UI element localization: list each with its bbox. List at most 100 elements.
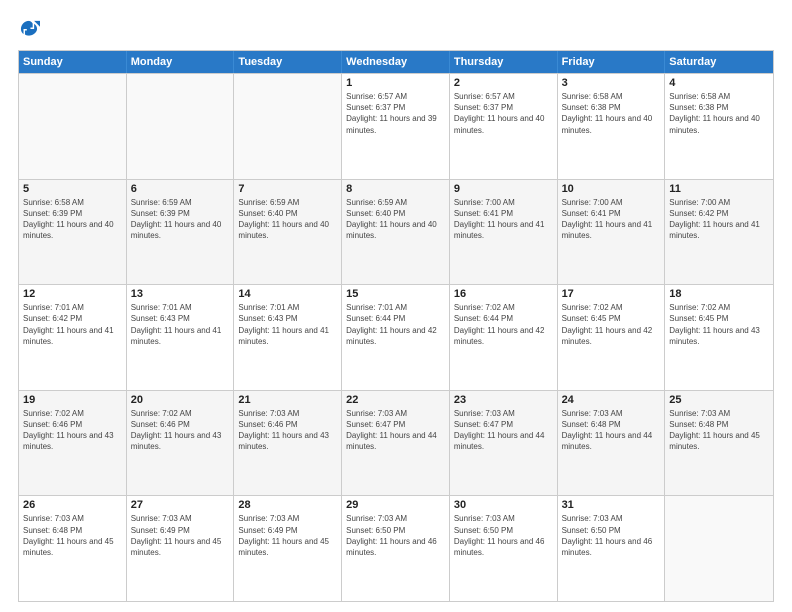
cell-info: Sunrise: 6:58 AM Sunset: 6:39 PM Dayligh… [23,197,122,242]
cal-cell-16: 16 Sunrise: 7:02 AM Sunset: 6:44 PM Dayli… [450,285,558,390]
calendar-header: SundayMondayTuesdayWednesdayThursdayFrid… [19,51,773,73]
cell-info: Sunrise: 7:02 AM Sunset: 6:46 PM Dayligh… [23,408,122,453]
cell-info: Sunrise: 7:03 AM Sunset: 6:49 PM Dayligh… [238,513,337,558]
cal-cell-31: 31 Sunrise: 7:03 AM Sunset: 6:50 PM Dayli… [558,496,666,601]
cal-cell-26: 26Sunrise: 7:03 AM Sunset: 6:48 PM Dayli… [19,496,127,601]
cell-date: 23 [454,394,553,406]
logo [18,18,44,40]
header-cell-sunday: Sunday [19,51,127,73]
cal-row-3: 19Sunrise: 7:02 AM Sunset: 6:46 PM Dayli… [19,390,773,496]
cell-date: 11 [669,183,769,195]
cal-cell-4: 4 Sunrise: 6:58 AM Sunset: 6:38 PM Daylig… [665,74,773,179]
cal-cell-3: 3 Sunrise: 6:58 AM Sunset: 6:38 PM Daylig… [558,74,666,179]
cal-cell-29: 29 Sunrise: 7:03 AM Sunset: 6:50 PM Dayli… [342,496,450,601]
cal-cell-14: 14Sunrise: 7:01 AM Sunset: 6:43 PM Dayli… [234,285,342,390]
cell-info: Sunrise: 7:02 AM Sunset: 6:44 PM Dayligh… [454,302,553,347]
cell-date: 1 [346,77,445,89]
header-cell-wednesday: Wednesday [342,51,450,73]
cal-row-0: 1 Sunrise: 6:57 AM Sunset: 6:37 PM Daylig… [19,73,773,179]
cell-date: 17 [562,288,661,300]
header-cell-tuesday: Tuesday [234,51,342,73]
logo-icon [18,18,40,40]
cell-date: 10 [562,183,661,195]
cell-date: 30 [454,499,553,511]
cell-info: Sunrise: 7:00 AM Sunset: 6:41 PM Dayligh… [562,197,661,242]
cal-cell-17: 17 Sunrise: 7:02 AM Sunset: 6:45 PM Dayli… [558,285,666,390]
cell-info: Sunrise: 6:59 AM Sunset: 6:39 PM Dayligh… [131,197,230,242]
cell-info: Sunrise: 7:02 AM Sunset: 6:46 PM Dayligh… [131,408,230,453]
cell-date: 24 [562,394,661,406]
cell-date: 20 [131,394,230,406]
cell-info: Sunrise: 6:59 AM Sunset: 6:40 PM Dayligh… [238,197,337,242]
cell-date: 29 [346,499,445,511]
cell-date: 12 [23,288,122,300]
cal-cell-20: 20 Sunrise: 7:02 AM Sunset: 6:46 PM Dayli… [127,391,235,496]
cell-info: Sunrise: 7:01 AM Sunset: 6:43 PM Dayligh… [131,302,230,347]
cell-info: Sunrise: 7:03 AM Sunset: 6:49 PM Dayligh… [131,513,230,558]
cal-cell-9: 9 Sunrise: 7:00 AM Sunset: 6:41 PM Daylig… [450,180,558,285]
cal-cell-27: 27 Sunrise: 7:03 AM Sunset: 6:49 PM Dayli… [127,496,235,601]
cal-row-2: 12 Sunrise: 7:01 AM Sunset: 6:42 PM Dayli… [19,284,773,390]
cell-date: 4 [669,77,769,89]
cell-date: 21 [238,394,337,406]
cell-date: 9 [454,183,553,195]
calendar-body: 1 Sunrise: 6:57 AM Sunset: 6:37 PM Daylig… [19,73,773,601]
cal-cell-11: 11 Sunrise: 7:00 AM Sunset: 6:42 PM Dayli… [665,180,773,285]
cal-cell-7: 7Sunrise: 6:59 AM Sunset: 6:40 PM Daylig… [234,180,342,285]
header-cell-monday: Monday [127,51,235,73]
cell-date: 5 [23,183,122,195]
cell-info: Sunrise: 7:00 AM Sunset: 6:41 PM Dayligh… [454,197,553,242]
cell-info: Sunrise: 7:02 AM Sunset: 6:45 PM Dayligh… [562,302,661,347]
cal-cell-22: 22 Sunrise: 7:03 AM Sunset: 6:47 PM Dayli… [342,391,450,496]
cal-cell-15: 15 Sunrise: 7:01 AM Sunset: 6:44 PM Dayli… [342,285,450,390]
cell-date: 25 [669,394,769,406]
cell-info: Sunrise: 6:57 AM Sunset: 6:37 PM Dayligh… [346,91,445,136]
cal-cell-5: 5 Sunrise: 6:58 AM Sunset: 6:39 PM Daylig… [19,180,127,285]
header-cell-friday: Friday [558,51,666,73]
cell-date: 15 [346,288,445,300]
cell-info: Sunrise: 6:58 AM Sunset: 6:38 PM Dayligh… [669,91,769,136]
header-cell-thursday: Thursday [450,51,558,73]
cal-cell-empty-0-1 [127,74,235,179]
cell-date: 26 [23,499,122,511]
cal-cell-8: 8Sunrise: 6:59 AM Sunset: 6:40 PM Daylig… [342,180,450,285]
cell-info: Sunrise: 7:03 AM Sunset: 6:47 PM Dayligh… [454,408,553,453]
cell-date: 2 [454,77,553,89]
cell-info: Sunrise: 7:03 AM Sunset: 6:46 PM Dayligh… [238,408,337,453]
cell-date: 6 [131,183,230,195]
cell-date: 27 [131,499,230,511]
cal-cell-10: 10 Sunrise: 7:00 AM Sunset: 6:41 PM Dayli… [558,180,666,285]
cell-date: 16 [454,288,553,300]
cell-date: 18 [669,288,769,300]
cal-cell-28: 28 Sunrise: 7:03 AM Sunset: 6:49 PM Dayli… [234,496,342,601]
cell-info: Sunrise: 7:03 AM Sunset: 6:50 PM Dayligh… [346,513,445,558]
cal-cell-empty-4-6 [665,496,773,601]
cell-info: Sunrise: 7:03 AM Sunset: 6:50 PM Dayligh… [562,513,661,558]
cell-date: 8 [346,183,445,195]
cal-cell-23: 23 Sunrise: 7:03 AM Sunset: 6:47 PM Dayli… [450,391,558,496]
cal-cell-30: 30 Sunrise: 7:03 AM Sunset: 6:50 PM Dayli… [450,496,558,601]
cal-cell-6: 6 Sunrise: 6:59 AM Sunset: 6:39 PM Daylig… [127,180,235,285]
cal-cell-empty-0-0 [19,74,127,179]
cell-date: 3 [562,77,661,89]
cell-info: Sunrise: 7:00 AM Sunset: 6:42 PM Dayligh… [669,197,769,242]
cell-info: Sunrise: 7:03 AM Sunset: 6:50 PM Dayligh… [454,513,553,558]
cell-date: 14 [238,288,337,300]
cal-row-4: 26Sunrise: 7:03 AM Sunset: 6:48 PM Dayli… [19,495,773,601]
cell-date: 22 [346,394,445,406]
cell-info: Sunrise: 7:03 AM Sunset: 6:48 PM Dayligh… [562,408,661,453]
cell-info: Sunrise: 7:01 AM Sunset: 6:42 PM Dayligh… [23,302,122,347]
cell-info: Sunrise: 6:57 AM Sunset: 6:37 PM Dayligh… [454,91,553,136]
cell-info: Sunrise: 7:03 AM Sunset: 6:47 PM Dayligh… [346,408,445,453]
cell-info: Sunrise: 7:03 AM Sunset: 6:48 PM Dayligh… [669,408,769,453]
cal-cell-12: 12 Sunrise: 7:01 AM Sunset: 6:42 PM Dayli… [19,285,127,390]
cell-date: 28 [238,499,337,511]
cal-cell-13: 13 Sunrise: 7:01 AM Sunset: 6:43 PM Dayli… [127,285,235,390]
cal-cell-1: 1 Sunrise: 6:57 AM Sunset: 6:37 PM Daylig… [342,74,450,179]
cal-cell-19: 19Sunrise: 7:02 AM Sunset: 6:46 PM Dayli… [19,391,127,496]
cell-date: 31 [562,499,661,511]
cell-date: 13 [131,288,230,300]
cal-cell-24: 24 Sunrise: 7:03 AM Sunset: 6:48 PM Dayli… [558,391,666,496]
cell-info: Sunrise: 6:58 AM Sunset: 6:38 PM Dayligh… [562,91,661,136]
cell-info: Sunrise: 7:01 AM Sunset: 6:44 PM Dayligh… [346,302,445,347]
